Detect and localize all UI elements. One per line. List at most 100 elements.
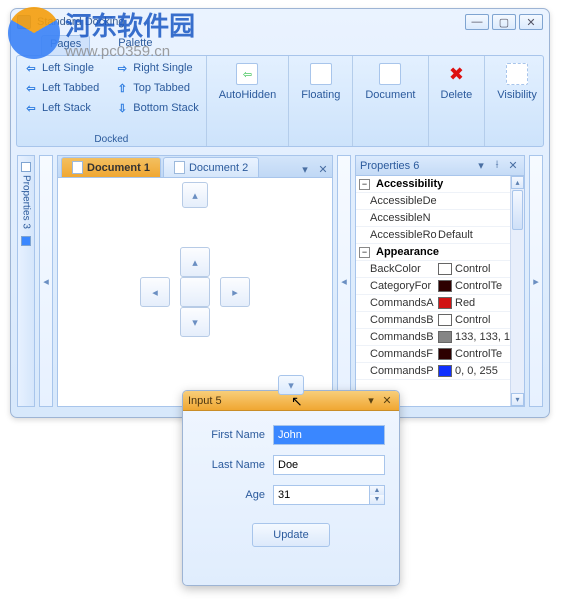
panel-dropdown-button[interactable]: ▾ <box>474 159 488 173</box>
collapse-icon[interactable]: − <box>359 247 370 258</box>
tab-document1[interactable]: Document 1 <box>61 157 161 177</box>
label-age: Age <box>197 489 265 501</box>
scroll-down-button[interactable]: ▾ <box>511 393 524 406</box>
property-row[interactable]: BackColorControl <box>356 261 510 278</box>
floating-window-input5[interactable]: ▾ ↖ Input 5 ▾ ✕ First Name Last Name Age… <box>182 390 400 586</box>
cmd-left-tabbed[interactable]: ⇦Left Tabbed <box>21 79 102 97</box>
panel-dropdown-button[interactable]: ▾ <box>364 394 378 408</box>
property-row[interactable]: CommandsB133, 133, 1 <box>356 329 510 346</box>
scroll-up-button[interactable]: ▴ <box>511 176 524 189</box>
color-swatch <box>438 314 452 326</box>
ribbon-group-document: Document <box>353 56 428 146</box>
minimize-button[interactable]: — <box>465 14 489 30</box>
close-button[interactable]: ✕ <box>519 14 543 30</box>
tab-document2[interactable]: Document 2 <box>163 157 259 177</box>
property-row[interactable]: CategoryForControlTe <box>356 278 510 295</box>
cmd-document[interactable]: Document <box>357 59 423 105</box>
property-category[interactable]: −Accessibility <box>356 176 510 193</box>
ribbon-group-autohidden: ⇦AutoHidden <box>207 56 290 146</box>
properties-title: Properties 6 <box>360 160 419 172</box>
cmd-visibility[interactable]: Visibility <box>489 59 545 105</box>
age-stepper[interactable]: ▲▼ <box>273 485 385 505</box>
collapse-icon[interactable]: − <box>359 179 370 190</box>
panel-close-button[interactable]: ✕ <box>506 159 520 173</box>
tab-close-button[interactable]: ✕ <box>315 161 331 177</box>
autohide-tab-properties3[interactable]: Properties 3 <box>17 155 35 407</box>
cmd-left-stack[interactable]: ⇦Left Stack <box>21 99 102 117</box>
cmd-autohidden[interactable]: ⇦AutoHidden <box>211 59 285 105</box>
document-icon <box>72 161 83 174</box>
dock-flap-left[interactable]: ◂ <box>39 155 53 407</box>
age-field[interactable] <box>273 485 370 505</box>
cmd-floating[interactable]: Floating <box>293 59 348 105</box>
panel-close-button[interactable]: ✕ <box>380 394 394 408</box>
property-row[interactable]: CommandsP0, 0, 255 <box>356 363 510 380</box>
panel-pin-button[interactable]: ⟊ <box>490 159 504 173</box>
scroll-thumb[interactable] <box>512 190 523 230</box>
window-icon <box>310 63 332 85</box>
document-content: ▴ ▴ ◂ ▸ ▾ <box>58 178 332 406</box>
label-last-name: Last Name <box>197 459 265 471</box>
cmd-bottom-stack[interactable]: ⇩Bottom Stack <box>112 99 201 117</box>
last-name-field[interactable] <box>273 455 385 475</box>
titlebar[interactable]: Standard Docking — ▢ ✕ <box>11 9 549 35</box>
dock-hint-inner-left[interactable]: ◂ <box>140 277 170 307</box>
maximize-button[interactable]: ▢ <box>492 14 516 30</box>
property-row[interactable]: AccessibleN <box>356 210 510 227</box>
update-button[interactable]: Update <box>252 523 329 547</box>
color-swatch <box>438 280 452 292</box>
dock-hint-inner-bottom[interactable]: ▾ <box>180 307 210 337</box>
tab-icon <box>21 236 31 246</box>
properties-header[interactable]: Properties 6 ▾ ⟊ ✕ <box>356 156 524 176</box>
property-category[interactable]: −Appearance <box>356 244 510 261</box>
cmd-left-single[interactable]: ⇦Left Single <box>21 59 102 77</box>
spin-up-icon[interactable]: ▲ <box>370 486 384 495</box>
dock-hint-center: ▴ ◂ ▸ ▾ <box>140 247 250 337</box>
arrow-down-icon: ⇩ <box>115 101 129 115</box>
property-row[interactable]: CommandsFControlTe <box>356 346 510 363</box>
ribbon: ⇦Left Single ⇨Right Single ⇦Left Tabbed … <box>16 55 544 147</box>
delete-icon: ✖ <box>445 63 467 85</box>
cmd-right-single[interactable]: ⇨Right Single <box>112 59 201 77</box>
dock-hint-bottom[interactable]: ▾ <box>278 375 304 395</box>
document-area: Document 1 Document 2 ▾ ✕ ▴ ▴ ◂ ▸ ▾ <box>57 155 333 407</box>
property-row[interactable]: CommandsBControl <box>356 312 510 329</box>
dock-hint-inner-top[interactable]: ▴ <box>180 247 210 277</box>
dock-hint-inner-center[interactable] <box>180 277 210 307</box>
first-name-field[interactable] <box>273 425 385 445</box>
tab-dropdown-button[interactable]: ▾ <box>297 161 313 177</box>
document-icon <box>174 161 185 174</box>
ribbon-group-delete: ✖Delete <box>429 56 486 146</box>
arrow-right-icon: ⇨ <box>115 61 129 75</box>
color-swatch <box>438 365 452 377</box>
scrollbar-vertical[interactable]: ▴ ▾ <box>510 176 524 406</box>
document-tabstrip: Document 1 Document 2 ▾ ✕ <box>58 156 332 178</box>
ribbon-tabstrip: Pages Palette <box>11 35 549 55</box>
ribbon-tab-palette[interactable]: Palette <box>110 35 160 55</box>
cmd-delete[interactable]: ✖Delete <box>433 59 481 105</box>
property-grid[interactable]: −AccessibilityAccessibleDeAccessibleNAcc… <box>356 176 510 406</box>
app-icon <box>17 15 31 29</box>
dock-flap-mid[interactable]: ◂ <box>337 155 351 407</box>
property-row[interactable]: CommandsARed <box>356 295 510 312</box>
group-label-docked: Docked <box>21 133 202 145</box>
dock-hint-top[interactable]: ▴ <box>182 182 208 208</box>
autohide-tab-label: Properties 3 <box>21 175 32 229</box>
ribbon-tab-pages[interactable]: Pages <box>41 35 90 55</box>
color-swatch <box>438 348 452 360</box>
arrow-up-icon: ⇧ <box>115 81 129 95</box>
main-window: Standard Docking — ▢ ✕ Pages Palette ⇦Le… <box>10 8 550 418</box>
color-swatch <box>438 297 452 309</box>
color-swatch <box>438 263 452 275</box>
window-title: Standard Docking <box>37 16 462 28</box>
dock-hint-inner-right[interactable]: ▸ <box>220 277 250 307</box>
properties-panel: Properties 6 ▾ ⟊ ✕ −AccessibilityAccessi… <box>355 155 525 407</box>
ribbon-group-visibility: Visibility <box>485 56 549 146</box>
property-row[interactable]: AccessibleDe <box>356 193 510 210</box>
arrow-left-icon: ⇦ <box>236 63 258 85</box>
dock-flap-right[interactable]: ▸ <box>529 155 543 407</box>
property-row[interactable]: AccessibleRoDefault <box>356 227 510 244</box>
arrow-left-icon: ⇦ <box>24 81 38 95</box>
spin-down-icon[interactable]: ▼ <box>370 495 384 504</box>
cmd-top-tabbed[interactable]: ⇧Top Tabbed <box>112 79 201 97</box>
